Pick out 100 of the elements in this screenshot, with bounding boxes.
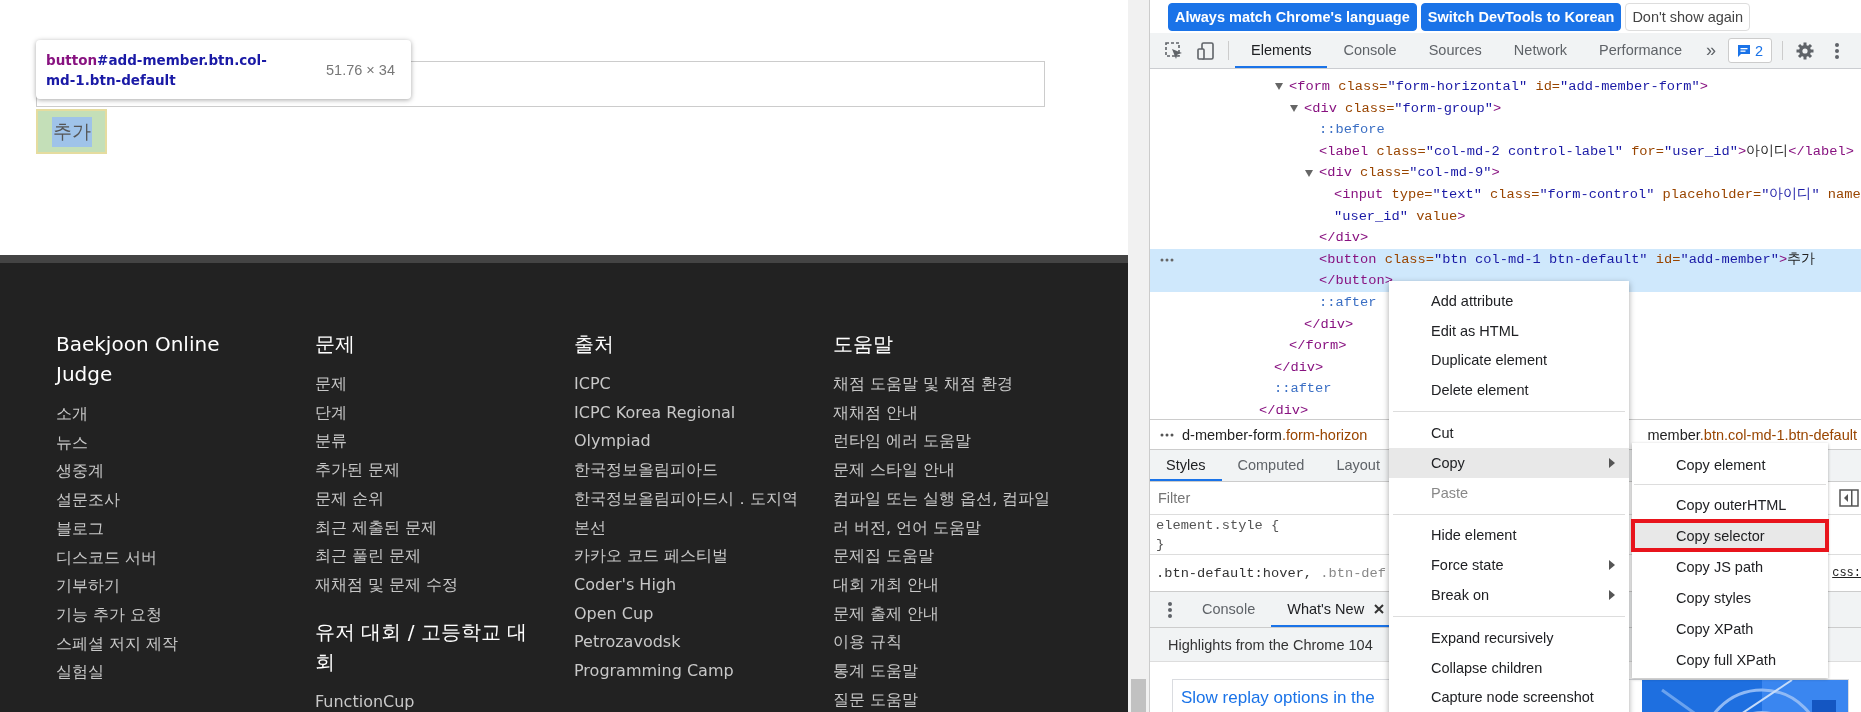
settings-icon [1795, 40, 1816, 61]
panel-tab[interactable]: Network [1497, 33, 1584, 68]
footer-link[interactable]: 한국정보올림피아드시．도지역본선 [574, 484, 802, 543]
footer-link[interactable]: 뉴스 [56, 428, 246, 458]
menu-item[interactable]: Duplicate element [1389, 345, 1629, 376]
footer-link[interactable]: 문제 순위 [315, 484, 543, 514]
language-button[interactable]: Don't show again [1625, 2, 1751, 31]
footer-link[interactable]: Petrozavodsk [574, 628, 802, 658]
footer-link[interactable]: 분류 [315, 427, 543, 457]
footer-link[interactable]: 단계 [315, 398, 543, 428]
language-button[interactable]: Always match Chrome's language [1168, 2, 1417, 31]
sidebar-tab[interactable]: Computed [1221, 450, 1321, 481]
footer-link[interactable]: 런타임 에러 도움말 [833, 427, 1061, 457]
message-icon [1737, 43, 1752, 58]
expand-arrow-icon[interactable] [1305, 169, 1313, 177]
footer-link[interactable]: ICPC Korea Regional [574, 398, 802, 428]
drawer-tab[interactable]: Console [1186, 592, 1272, 627]
footer-link[interactable]: 최근 제출된 문제 [315, 513, 543, 543]
dom-node[interactable]: </div> [1150, 356, 1324, 379]
dom-node[interactable]: </div> [1150, 313, 1354, 336]
panel-tab[interactable]: Console [1327, 33, 1413, 68]
footer-link[interactable]: 재채점 및 문제 수정 [315, 570, 543, 600]
menu-item[interactable]: Copy selector [1632, 520, 1828, 551]
footer-link[interactable]: 소개 [56, 400, 246, 429]
footer-link[interactable]: 채점 도움말 및 채점 환경 [833, 370, 1061, 399]
footer-link[interactable]: 디스코드 서버 [56, 543, 246, 573]
footer-link[interactable]: ICPC [574, 370, 802, 399]
footer-heading: 문제 [315, 331, 356, 358]
footer-link[interactable]: 재채점 안내 [833, 398, 1061, 428]
footer-link[interactable]: 실험실 [56, 658, 246, 688]
close-icon [1374, 603, 1385, 614]
footer-link[interactable]: 대회 개최 안내 [833, 570, 1061, 600]
breadcrumb-item[interactable]: member.btn.col-md-1.btn-default [1647, 426, 1857, 443]
expand-arrow-icon[interactable] [1275, 83, 1283, 91]
menu-item[interactable]: Delete element [1389, 375, 1629, 406]
footer-link[interactable]: FunctionCup [315, 687, 543, 712]
menu-item[interactable]: Copy [1389, 448, 1629, 478]
footer-link[interactable]: 스페셜 저지 제작 [56, 629, 246, 659]
footer-link[interactable]: 카카오 코드 페스티벌 [574, 542, 802, 571]
footer-link[interactable]: 설문조사 [56, 486, 246, 515]
panel-tab[interactable]: Elements [1235, 33, 1328, 68]
dom-node[interactable]: ::before [1150, 119, 1385, 141]
footer-link[interactable]: 한국정보올림피아드 [574, 456, 802, 485]
footer-link[interactable]: 문제집 도움말 [833, 542, 1061, 571]
footer-link[interactable]: Olympiad [574, 427, 802, 457]
footer-heading: 출처 [574, 331, 615, 358]
panel-tab[interactable]: Sources [1412, 33, 1498, 68]
menu-item[interactable]: Cut [1389, 418, 1629, 448]
footer-link[interactable]: Coder's High [574, 570, 802, 600]
footer-link[interactable]: 질문 도움말 [833, 685, 1061, 712]
expand-arrow-icon[interactable] [1290, 104, 1298, 112]
menu-item[interactable]: Hide element [1389, 520, 1629, 551]
menu-item[interactable]: Copy element [1632, 449, 1828, 480]
sidebar-tab[interactable]: Styles [1150, 450, 1222, 481]
more-tabs-button[interactable]: » [1698, 33, 1725, 68]
sidebar-toggle-icon [1839, 489, 1859, 507]
scrollbar[interactable] [1128, 0, 1149, 712]
menu-item[interactable]: Edit as HTML [1389, 315, 1629, 346]
dom-node[interactable]: <div class="col-md-9"> [1150, 162, 1500, 184]
more-options-icon [1167, 599, 1173, 620]
source-link[interactable]: css: [1832, 566, 1861, 580]
footer-link[interactable]: 생중계 [56, 457, 246, 487]
footer-link[interactable]: Programming Camp [574, 657, 802, 686]
footer-link[interactable]: 블로그 [56, 514, 246, 544]
footer-link[interactable]: 이용 규칙 [833, 628, 1061, 658]
ellipsis-icon [1160, 432, 1174, 437]
feature-link[interactable]: Slow replay options in the [1181, 680, 1375, 712]
footer-link[interactable]: Open Cup [574, 599, 802, 629]
scrollbar-thumb[interactable] [1131, 679, 1146, 712]
menu-item[interactable]: Copy styles [1632, 582, 1828, 613]
dom-node[interactable]: ::after [1150, 291, 1377, 314]
language-button[interactable]: Switch DevTools to Korean [1420, 2, 1622, 31]
footer-heading: Baekjoon Online Judge [56, 331, 221, 388]
add-button[interactable]: 추가 [36, 109, 107, 154]
menu-item[interactable]: Capture node screenshot [1389, 682, 1629, 712]
dom-node[interactable]: ::after [1150, 378, 1332, 400]
footer-link[interactable]: 기능 추가 요청 [56, 600, 246, 630]
ellipsis-icon [1160, 257, 1174, 262]
more-options-icon [1834, 40, 1841, 61]
inspect-icon [1164, 40, 1184, 61]
dom-node[interactable]: </form> [1150, 335, 1347, 357]
dom-node[interactable]: </div> [1150, 399, 1309, 419]
breadcrumb-item[interactable]: d-member-form.form-horizon [1182, 426, 1368, 443]
footer-link[interactable]: 문제 [315, 370, 543, 399]
dom-node[interactable]: <label class="col-md-2 control-label" for="user_id">아이디</label> [1150, 140, 1854, 163]
dom-node[interactable]: </div> [1150, 227, 1369, 249]
dom-node[interactable]: <form class="form-horizontal" id="add-member-form"> [1150, 76, 1708, 98]
dom-node[interactable]: <input type="text" class="form-control" placeholder="아이디" name "user_id" value> [1150, 183, 1861, 228]
footer-link[interactable]: 통계 도움말 [833, 657, 1061, 686]
footer-link[interactable]: 추가된 문제 [315, 456, 543, 485]
footer-link[interactable]: 문제 스타일 안내 [833, 456, 1061, 485]
device-icon [1196, 40, 1216, 61]
footer-link[interactable]: 컴파일 또는 실행 옵션, 컴파일러 버전, 언어 도움말 [833, 484, 1061, 543]
footer-link[interactable]: 문제 출제 안내 [833, 599, 1061, 629]
panel-tab[interactable]: Performance [1583, 33, 1699, 68]
issues-button[interactable]: 2 [1728, 38, 1773, 63]
dom-node[interactable]: <div class="form-group"> [1150, 97, 1502, 120]
footer-link[interactable]: 최근 풀린 문제 [315, 542, 543, 571]
element-size: 51.76 × 34 [326, 61, 395, 78]
footer-link[interactable]: 기부하기 [56, 572, 246, 601]
